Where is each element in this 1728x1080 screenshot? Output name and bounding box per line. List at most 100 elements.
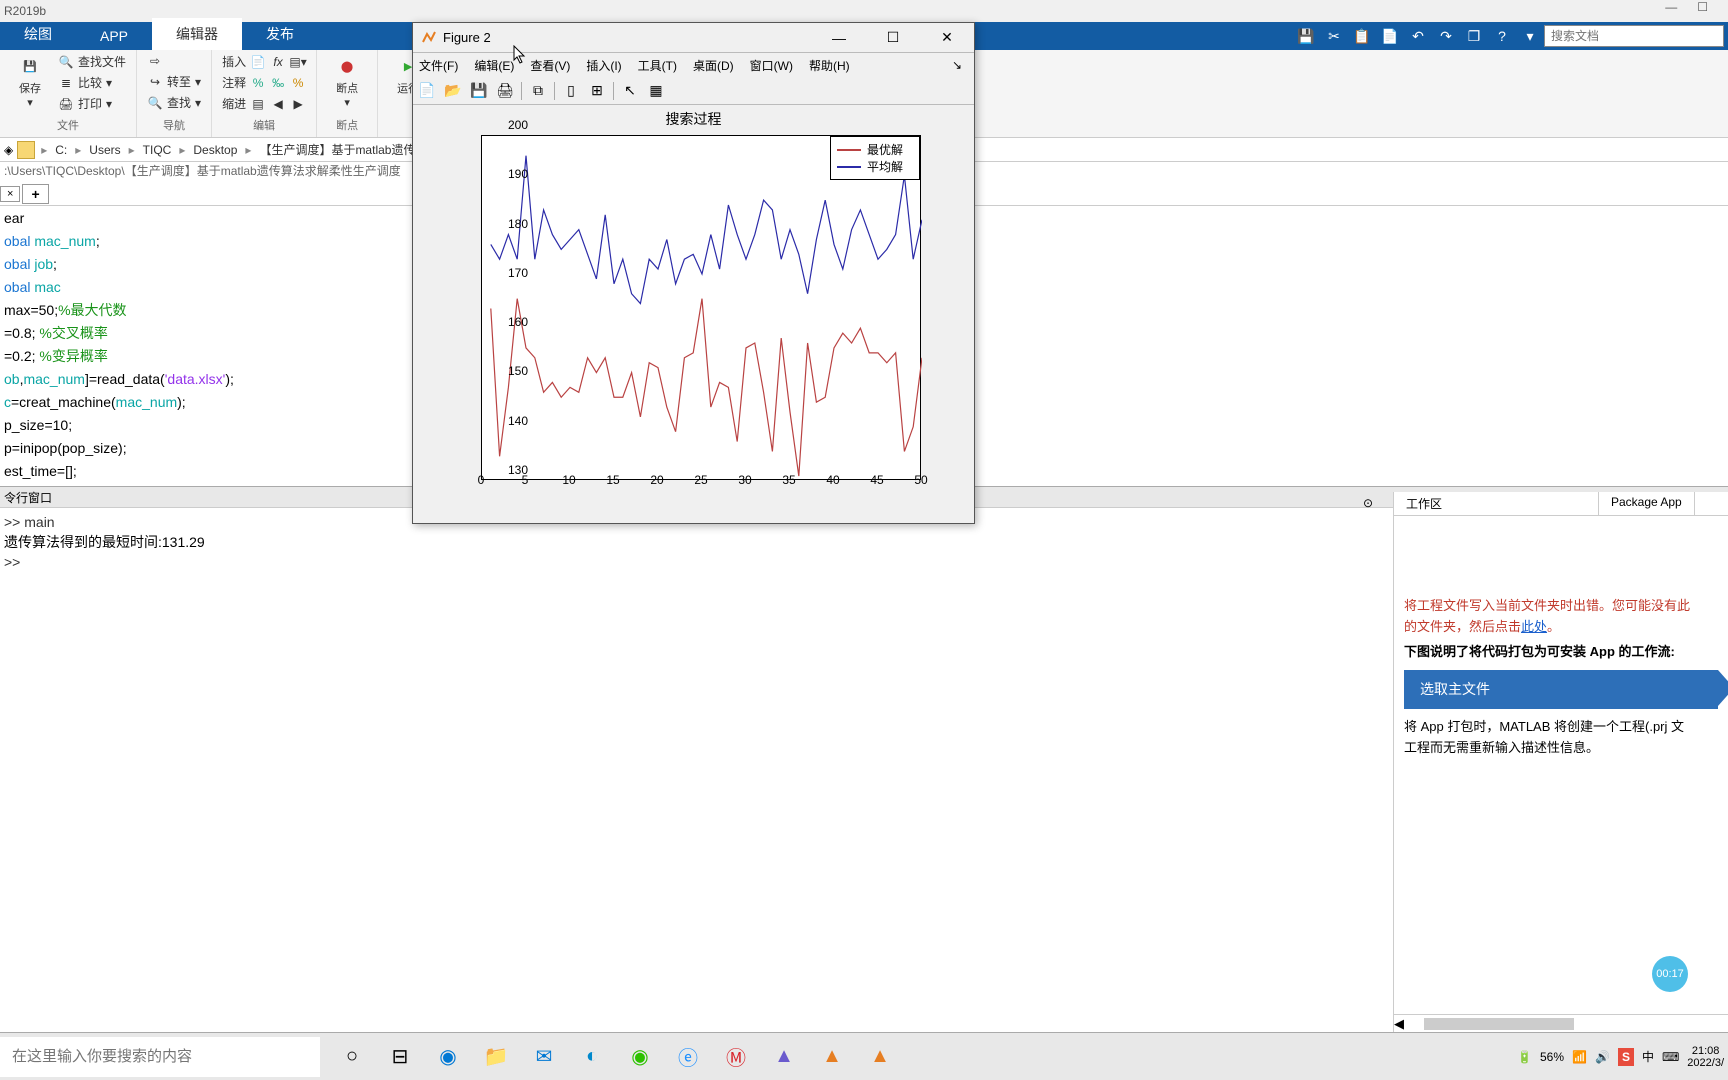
close-button[interactable]: ✕ xyxy=(928,24,966,52)
save-icon[interactable]: 💾 xyxy=(1294,24,1318,48)
breadcrumb[interactable]: TIQC xyxy=(141,143,174,157)
mega-icon[interactable]: Ⓜ xyxy=(712,1035,760,1079)
matlab2-icon[interactable]: ▲ xyxy=(856,1035,904,1079)
sound-icon[interactable]: 🔊 xyxy=(1595,1050,1610,1064)
menu-insert[interactable]: 插入(I) xyxy=(586,57,621,74)
menu-window[interactable]: 窗口(W) xyxy=(750,57,793,74)
expand-icon[interactable]: ⊙ xyxy=(1363,496,1373,510)
y-tick-label: 200 xyxy=(508,118,528,132)
edge-icon[interactable]: ◉ xyxy=(424,1035,472,1079)
mail-icon[interactable]: ✉ xyxy=(520,1035,568,1079)
find-button[interactable]: 🔍查找 ▾ xyxy=(145,93,203,112)
layout2-icon[interactable]: ⊞ xyxy=(587,81,607,101)
right-panel: 工作区 Package App 将工程文件写入当前文件夹时出错。您可能没有此 的… xyxy=(1393,492,1728,1032)
print-button[interactable]: 🖨打印 ▾ xyxy=(56,94,128,113)
comment-button[interactable]: 注释 %‰% xyxy=(220,73,308,92)
s-icon[interactable]: S xyxy=(1618,1048,1634,1066)
grid-icon[interactable]: ▦ xyxy=(646,81,666,101)
tab-package-app[interactable]: Package App xyxy=(1599,492,1695,515)
matlab-icon[interactable]: ▲ xyxy=(808,1035,856,1079)
menu-edit[interactable]: 编辑(E) xyxy=(474,57,514,74)
y-tick-label: 150 xyxy=(508,364,528,378)
menu-file[interactable]: 文件(F) xyxy=(419,57,458,74)
taskview-icon[interactable]: ⊟ xyxy=(376,1035,424,1079)
scroll-left-icon[interactable]: ◀ xyxy=(1394,1016,1404,1032)
app2-icon[interactable]: ▲ xyxy=(760,1035,808,1079)
figure-titlebar[interactable]: Figure 2 — ☐ ✕ xyxy=(413,23,974,53)
redo-icon[interactable]: ↷ xyxy=(1434,24,1458,48)
pointer-icon[interactable]: ↖ xyxy=(620,81,640,101)
app-title: R2019b xyxy=(4,4,46,18)
dropdown-icon[interactable]: ▾ xyxy=(1518,24,1542,48)
maximize-button[interactable]: ☐ xyxy=(874,24,912,52)
paste-icon[interactable]: 📄 xyxy=(1378,24,1402,48)
bp-group-label: 断点 xyxy=(325,117,369,135)
x-tick-label: 10 xyxy=(562,473,575,487)
goto-dropdown[interactable]: ↪转至 ▾ xyxy=(145,72,203,91)
save-button[interactable]: 💾 保存▾ xyxy=(8,52,52,109)
breakpoint-button[interactable]: ⬤ 断点▾ xyxy=(325,52,369,109)
tab-workspace[interactable]: 工作区 xyxy=(1394,492,1599,515)
find-files-button[interactable]: 🔍查找文件 xyxy=(56,52,128,71)
print-icon: 🖨 xyxy=(58,96,74,112)
close-tab-button[interactable]: × xyxy=(0,186,20,202)
breadcrumb[interactable]: C: xyxy=(53,143,69,157)
breadcrumb[interactable]: Users xyxy=(87,143,122,157)
scrollbar[interactable]: ◀ xyxy=(1394,1014,1728,1032)
menu-desktop[interactable]: 桌面(D) xyxy=(693,57,734,74)
tab-plot[interactable]: 绘图 xyxy=(0,18,76,50)
print-icon[interactable]: 🖨 xyxy=(495,81,515,101)
legend[interactable]: 最优解 平均解 xyxy=(830,136,920,180)
breadcrumb[interactable]: 【生产调度】基于matlab遗传 xyxy=(257,141,417,158)
cut-icon[interactable]: ✂ xyxy=(1322,24,1346,48)
x-tick-label: 20 xyxy=(650,473,663,487)
compare-button[interactable]: ≣比较 ▾ xyxy=(56,73,128,92)
ie-icon[interactable]: ⓔ xyxy=(664,1035,712,1079)
layout1-icon[interactable]: ▯ xyxy=(561,81,581,101)
indent-button[interactable]: 缩进 ▤◀▶ xyxy=(220,94,308,113)
cortana-icon[interactable]: ○ xyxy=(328,1035,376,1079)
menu-view[interactable]: 查看(V) xyxy=(530,57,570,74)
undo-icon[interactable]: ↶ xyxy=(1406,24,1430,48)
goto-button[interactable]: ⇨ xyxy=(145,52,203,70)
indent-icon: ▤ xyxy=(250,96,266,112)
tab-editor[interactable]: 编辑器 xyxy=(152,18,242,50)
nav-back-icon[interactable]: ◈ xyxy=(4,143,13,157)
taskbar: ○ ⊟ ◉ 📁 ✉ ◐ ◉ ⓔ Ⓜ ▲ ▲ ▲ 🔋56% 📶 🔊 S 中 ⌨ 2… xyxy=(0,1032,1728,1080)
x-tick-label: 5 xyxy=(522,473,529,487)
insert-dropdown[interactable]: 插入📄fx▤▾ xyxy=(220,52,308,71)
ime-icon[interactable]: 中 xyxy=(1642,1048,1654,1065)
menu-tools[interactable]: 工具(T) xyxy=(638,57,677,74)
clock[interactable]: 21:08 2022/3/ xyxy=(1687,1045,1724,1069)
new-icon[interactable]: 📄 xyxy=(417,81,437,101)
tab-publish[interactable]: 发布 xyxy=(242,18,318,50)
copy-icon[interactable]: 📋 xyxy=(1350,24,1374,48)
minimize-icon[interactable]: — xyxy=(1665,0,1677,14)
windows-search-input[interactable] xyxy=(0,1037,320,1077)
app-icon[interactable]: ◐ xyxy=(568,1035,616,1079)
menu-more-icon[interactable]: ↘ xyxy=(952,58,968,72)
breadcrumb[interactable]: Desktop xyxy=(191,143,239,157)
keyboard-icon[interactable]: ⌨ xyxy=(1662,1050,1679,1064)
x-tick-label: 25 xyxy=(694,473,707,487)
menu-help[interactable]: 帮助(H) xyxy=(809,57,850,74)
battery-icon[interactable]: 🔋 xyxy=(1517,1050,1532,1064)
explorer-icon[interactable]: 📁 xyxy=(472,1035,520,1079)
search-input[interactable] xyxy=(1544,25,1724,47)
minimize-button[interactable]: — xyxy=(820,24,858,52)
open-icon[interactable]: 📂 xyxy=(443,81,463,101)
wechat-icon[interactable]: ◉ xyxy=(616,1035,664,1079)
add-tab-button[interactable]: + xyxy=(22,184,48,204)
link-here[interactable]: 此处 xyxy=(1521,619,1547,634)
step-select-main[interactable]: 选取主文件 xyxy=(1404,670,1718,708)
scroll-thumb[interactable] xyxy=(1424,1018,1574,1030)
save-icon[interactable]: 💾 xyxy=(469,81,489,101)
maximize-icon[interactable]: ☐ xyxy=(1697,0,1708,14)
y-tick-label: 180 xyxy=(508,217,528,231)
windows-icon[interactable]: ❐ xyxy=(1462,24,1486,48)
axes[interactable]: 最优解 平均解 xyxy=(481,135,921,480)
wifi-icon[interactable]: 📶 xyxy=(1572,1050,1587,1064)
dock-icon[interactable]: ⧉ xyxy=(528,81,548,101)
tab-app[interactable]: APP xyxy=(76,22,152,50)
help-icon[interactable]: ? xyxy=(1490,24,1514,48)
